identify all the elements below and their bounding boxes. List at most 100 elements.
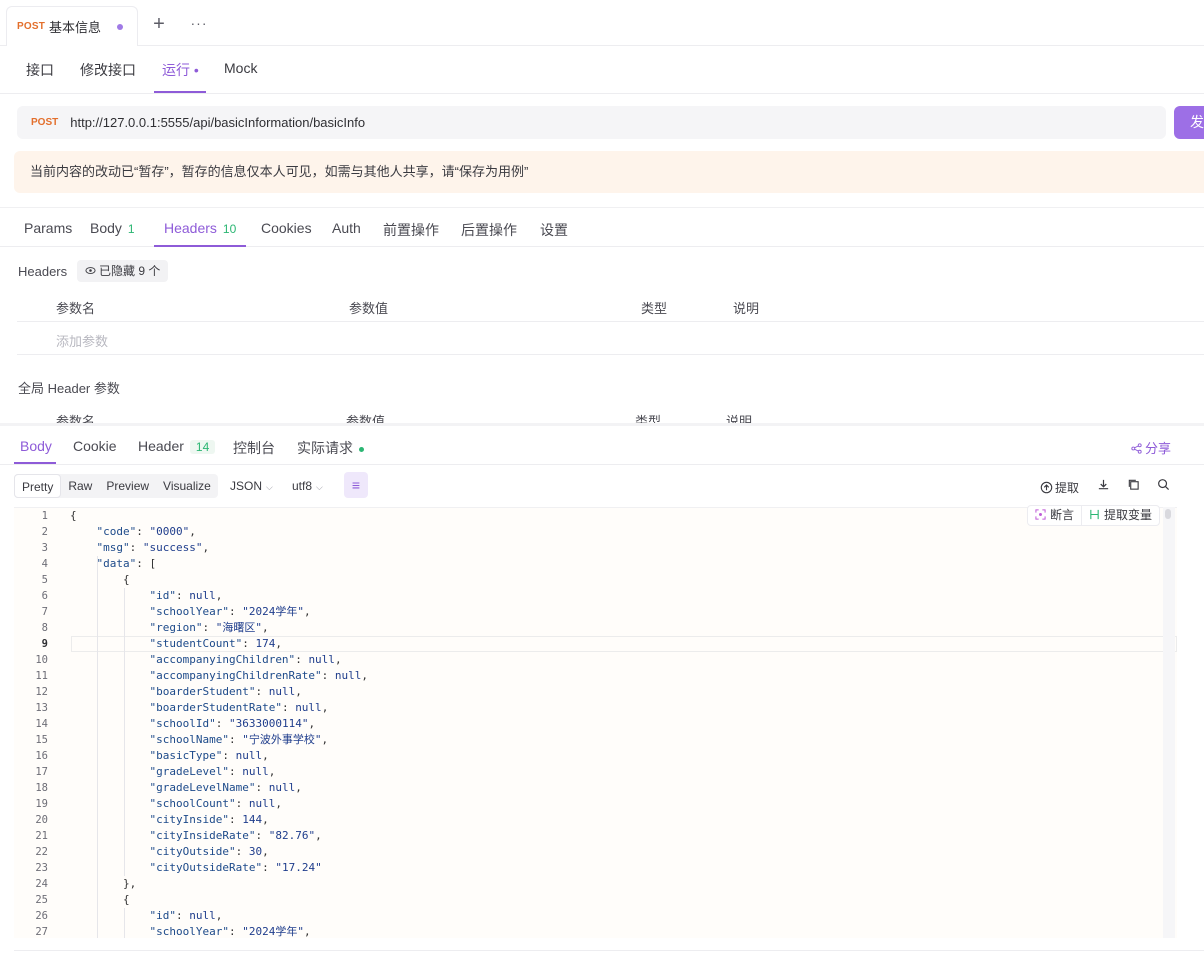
- code-line: 9 "studentCount": 174,: [14, 636, 1177, 652]
- editor-actions: 断言 提取变量: [1027, 505, 1161, 526]
- line-number: 18: [35, 782, 48, 794]
- search-icon[interactable]: [1154, 477, 1172, 495]
- code-line: 24 },: [14, 876, 1177, 892]
- url-input[interactable]: http://127.0.0.1:5555/api/basicInformati…: [70, 115, 365, 130]
- line-number: 27: [35, 926, 48, 938]
- encoding-select[interactable]: utf8 ⌵: [292, 479, 323, 493]
- code-line: 18 "gradeLevelName": null,: [14, 780, 1177, 796]
- tab-params[interactable]: Params: [24, 220, 72, 236]
- tab-response-header[interactable]: Header 14: [138, 438, 216, 454]
- tab-console[interactable]: 控制台: [233, 438, 275, 458]
- line-number: 14: [35, 718, 48, 730]
- share-button[interactable]: 分享: [1131, 438, 1171, 457]
- editor-scrollbar-thumb[interactable]: [1165, 509, 1171, 519]
- format-visualize[interactable]: Visualize: [156, 474, 218, 498]
- code-line: 1{: [14, 508, 1177, 524]
- format-pretty[interactable]: Pretty: [14, 474, 62, 498]
- line-number: 5: [41, 574, 48, 586]
- tab-edit-interface[interactable]: 修改接口: [80, 60, 136, 80]
- word-wrap-icon[interactable]: ≡: [344, 472, 368, 498]
- code-line: 16 "basicType": null,: [14, 748, 1177, 764]
- line-number: 24: [35, 878, 48, 890]
- code-line: 2 "code": "0000",: [14, 524, 1177, 540]
- line-number: 8: [41, 622, 48, 634]
- method-select[interactable]: POST: [31, 117, 58, 128]
- line-number: 22: [35, 846, 48, 858]
- format-raw[interactable]: Raw: [61, 474, 99, 498]
- line-number: 21: [35, 830, 48, 842]
- more-icon[interactable]: ···: [188, 12, 210, 36]
- document-tab[interactable]: POST 基本信息: [6, 6, 138, 46]
- tab-response-cookie[interactable]: Cookie: [73, 438, 117, 454]
- code-text: {: [70, 893, 130, 906]
- editor-scrollbar[interactable]: [1163, 507, 1175, 938]
- code-line: 17 "gradeLevel": null,: [14, 764, 1177, 780]
- line-number: 23: [35, 862, 48, 874]
- tab-label: Params: [24, 220, 73, 236]
- copy-icon[interactable]: [1124, 477, 1142, 495]
- code-line: 14 "schoolId": "3633000114",: [14, 716, 1177, 732]
- column-type: 类型: [641, 301, 668, 316]
- headers-section-label: Headers: [18, 264, 68, 279]
- code-line: 12 "boarderStudent": null,: [14, 684, 1177, 700]
- code-line: 11 "accompanyingChildrenRate": null,: [14, 668, 1177, 684]
- global-header-label: 全局 Header 参数: [18, 381, 120, 396]
- extract-label: 提取: [1055, 481, 1080, 495]
- tab-label: Cookies: [261, 220, 312, 236]
- tab-cookies[interactable]: Cookies: [261, 220, 312, 236]
- new-tab-button[interactable]: +: [148, 12, 170, 36]
- extract-icon: [1040, 481, 1053, 494]
- format-select[interactable]: JSON ⌵: [230, 479, 273, 493]
- code-text: "basicType": null,: [149, 749, 269, 762]
- code-text: {: [70, 573, 130, 586]
- hidden-count-label: 已隐藏 9 个: [99, 264, 161, 278]
- url-bar[interactable]: POST http://127.0.0.1:5555/api/basicInfo…: [17, 106, 1166, 139]
- tab-settings[interactable]: 设置: [540, 220, 568, 240]
- unsaved-dot-icon: [117, 23, 124, 30]
- code-text: "boarderStudentRate": null,: [149, 701, 329, 714]
- tab-response-body[interactable]: Body: [20, 438, 52, 454]
- eye-icon: [85, 267, 96, 274]
- assert-icon: [1035, 509, 1046, 520]
- code-line: 23 "cityOutsideRate": "17.24": [14, 860, 1177, 876]
- tab-auth[interactable]: Auth: [332, 220, 361, 236]
- line-number: 13: [35, 702, 48, 714]
- line-number: 12: [35, 686, 48, 698]
- hidden-headers-toggle[interactable]: 已隐藏 9 个: [77, 260, 169, 282]
- format-preview[interactable]: Preview: [99, 474, 156, 498]
- line-number: 7: [41, 606, 48, 618]
- code-text: "id": null,: [149, 909, 223, 922]
- tab-mock[interactable]: Mock: [224, 60, 257, 76]
- code-text: "id": null,: [149, 589, 223, 602]
- tab-label: 前置操作: [383, 222, 439, 238]
- tab-headers[interactable]: Headers 10: [164, 220, 236, 236]
- tab-run[interactable]: 运行 •: [162, 60, 199, 80]
- download-icon[interactable]: [1094, 477, 1112, 495]
- code-line: 19 "schoolCount": null,: [14, 796, 1177, 812]
- tab-pre-processors[interactable]: 前置操作: [383, 220, 439, 240]
- tab-label: 设置: [540, 222, 568, 238]
- extract-button[interactable]: 提取: [1040, 479, 1079, 496]
- line-number: 15: [35, 734, 48, 746]
- line-number: 11: [35, 670, 48, 682]
- line-number: 6: [41, 590, 48, 602]
- extract-variable-label: 提取变量: [1104, 508, 1153, 522]
- add-param-input[interactable]: 添加参数: [56, 331, 108, 350]
- code-text: "boarderStudent": null,: [149, 685, 302, 698]
- tab-post-processors[interactable]: 后置操作: [461, 220, 517, 240]
- tab-interface[interactable]: 接口: [26, 60, 54, 80]
- code-line: 10 "accompanyingChildren": null,: [14, 652, 1177, 668]
- line-number: 16: [35, 750, 48, 762]
- send-button[interactable]: 发: [1174, 106, 1204, 139]
- tab-actual-request[interactable]: 实际请求: [297, 438, 364, 458]
- tab-body[interactable]: Body 1: [90, 220, 135, 236]
- line-number: 25: [35, 894, 48, 906]
- response-body-editor[interactable]: 1{2 "code": "0000", 3 "msg": "success", 4 …: [14, 507, 1177, 938]
- response-tab-bar: Body Cookie Header 14 控制台 实际请求: [0, 426, 1204, 465]
- assert-button[interactable]: 断言: [1028, 506, 1081, 525]
- code-text: "schoolCount": null,: [149, 797, 282, 810]
- share-icon: [1131, 443, 1142, 454]
- extract-variable-button[interactable]: 提取变量: [1081, 506, 1159, 525]
- chevron-down-icon: ⌵: [316, 482, 323, 492]
- code-text: "data": [: [96, 557, 157, 570]
